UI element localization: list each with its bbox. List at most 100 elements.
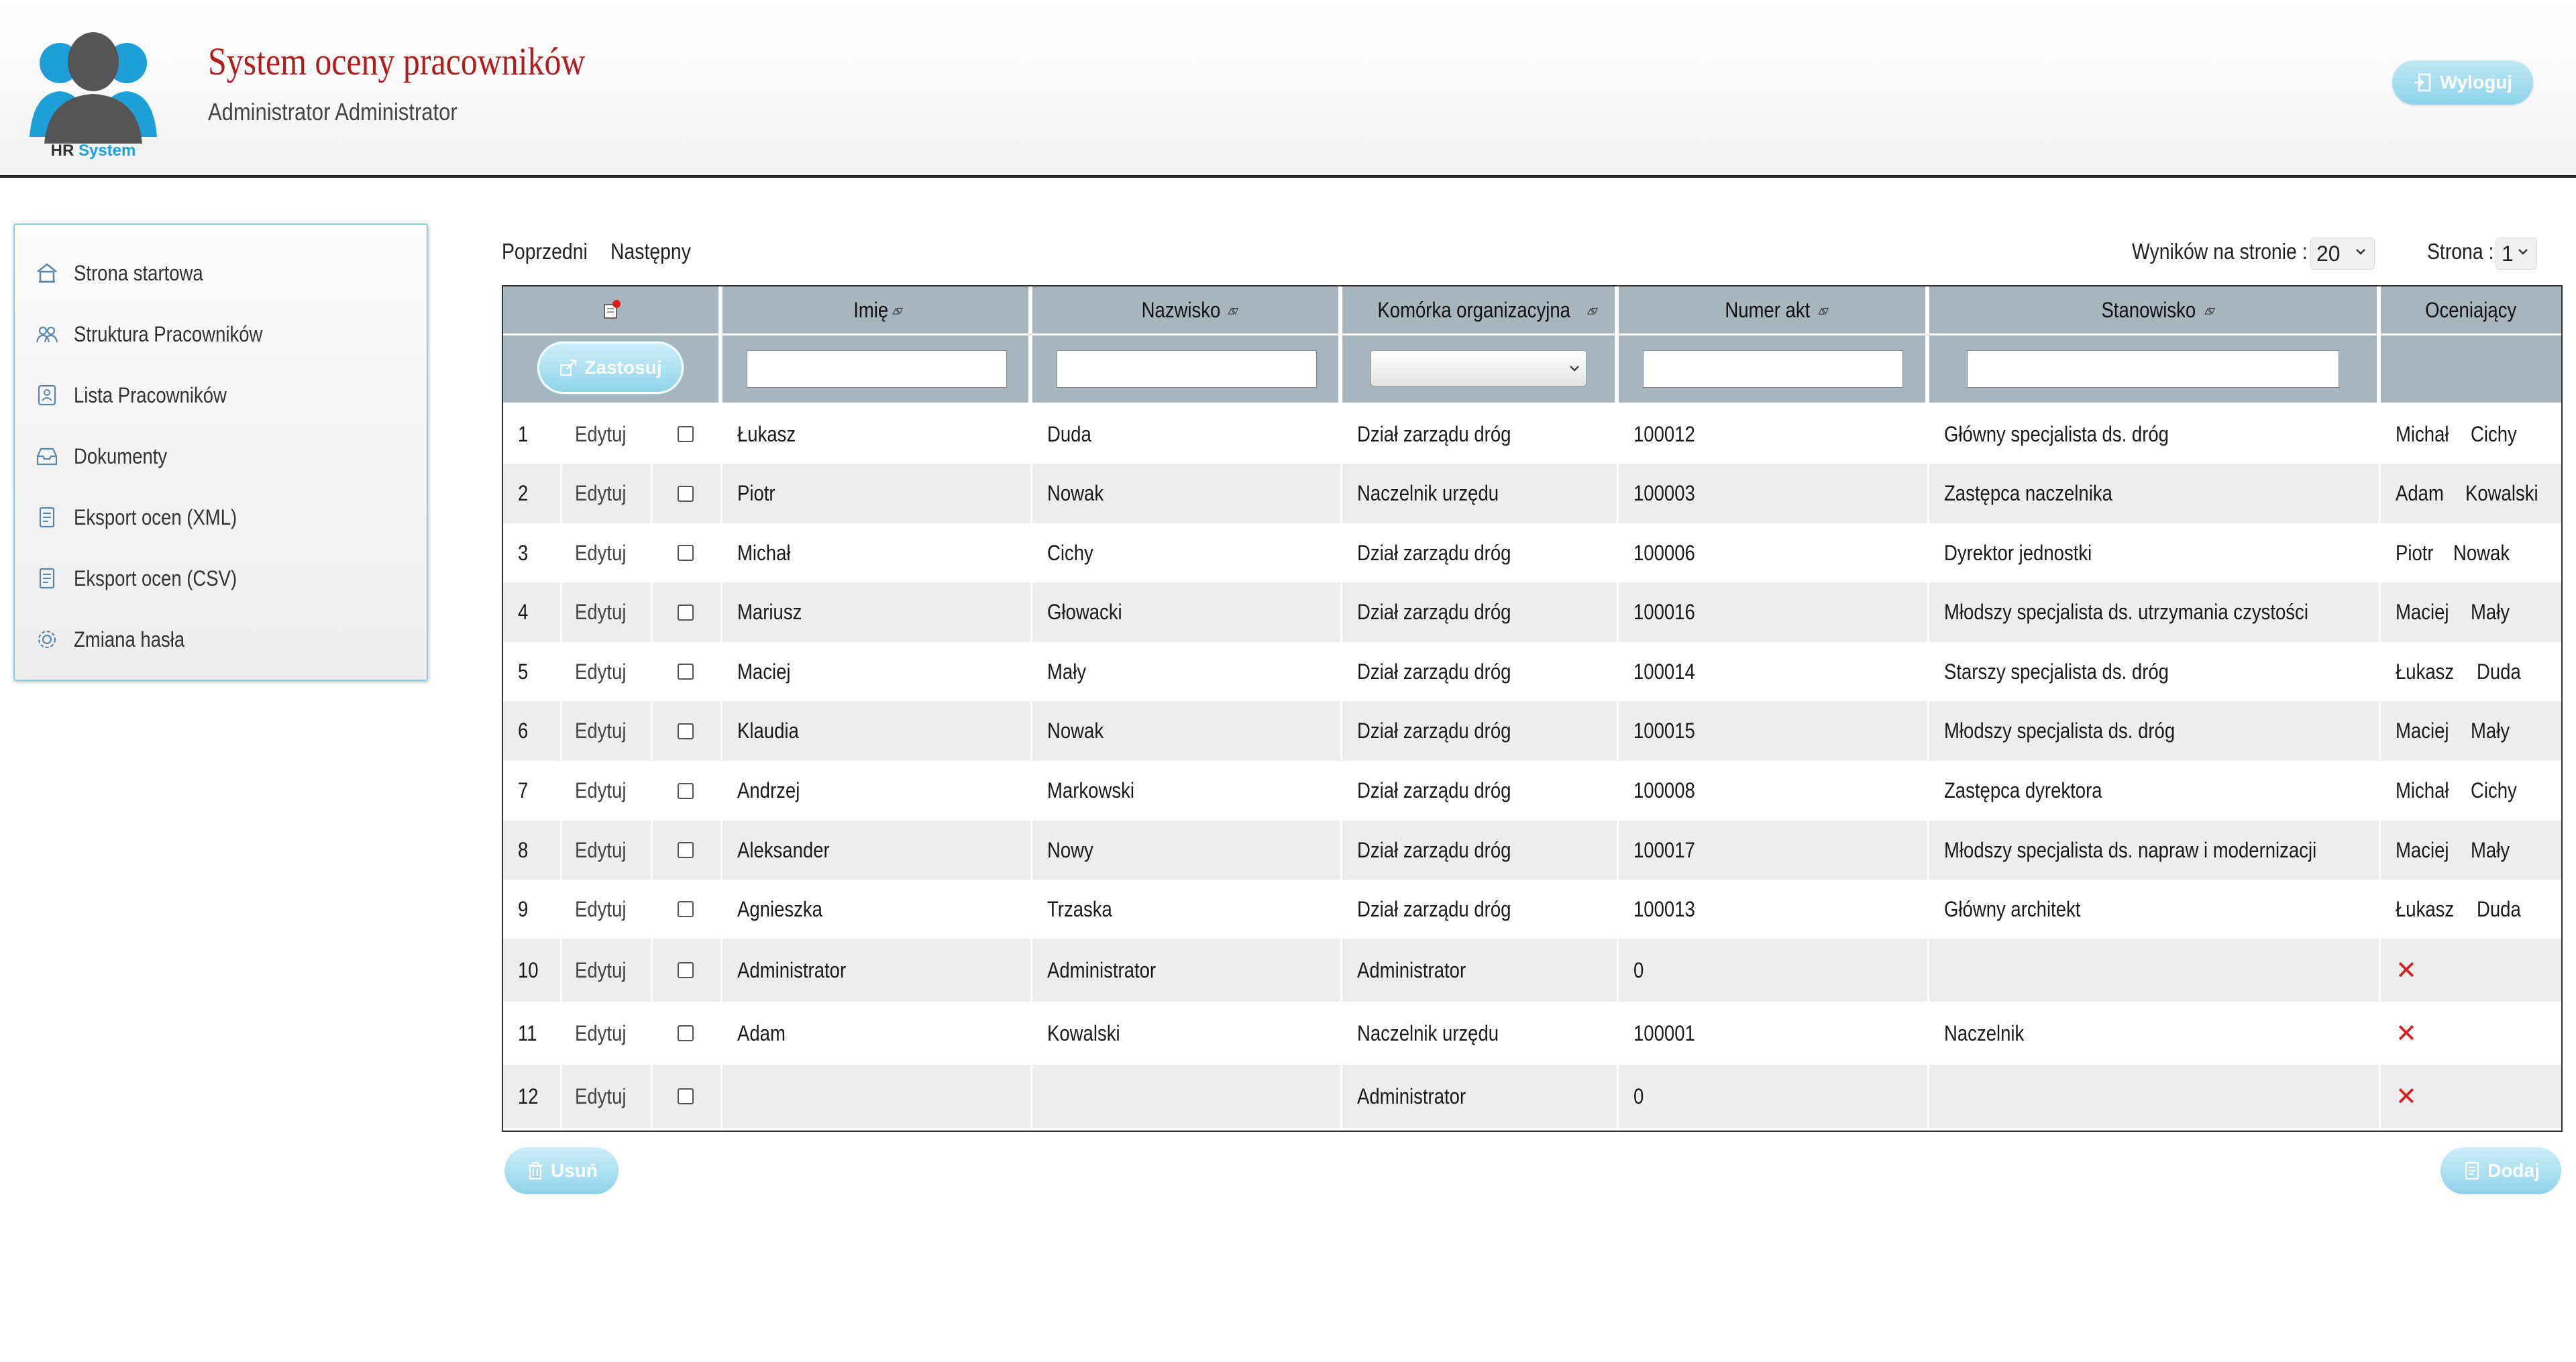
- employee-table: Imię ▵▿ Nazwisko ▵▿ Komórka organizacyjna ▵…: [502, 285, 2563, 1132]
- sort-icon[interactable]: ▵▿: [1228, 302, 1238, 319]
- sort-icon[interactable]: ▵▿: [1587, 302, 1598, 319]
- sidebar-item-change-password[interactable]: Zmiana hasła: [35, 619, 203, 660]
- cell-unit: Dział zarządu dróg: [1357, 837, 1511, 862]
- rater-cell: Maciej Mały: [2381, 582, 2561, 642]
- edit-link[interactable]: Edytuj: [560, 523, 651, 582]
- unit-filter-select[interactable]: [1371, 350, 1587, 386]
- sidebar-item-label: Lista Pracowników: [74, 382, 227, 407]
- next-page-link[interactable]: Następny: [610, 239, 704, 264]
- apply-icon: [560, 359, 577, 376]
- delete-button[interactable]: Usuń: [504, 1147, 619, 1194]
- column-header-position[interactable]: Stanowisko ▵▿: [1929, 286, 2379, 333]
- edit-link[interactable]: Edytuj: [560, 1065, 651, 1128]
- row-checkbox[interactable]: [678, 604, 694, 621]
- app-header: HR System System oceny pracowników Admin…: [0, 0, 2576, 178]
- sort-icon[interactable]: ▵▿: [1818, 302, 1829, 319]
- cell-no: 9: [518, 896, 529, 921]
- edit-link[interactable]: Edytuj: [560, 1002, 651, 1065]
- column-header-last-name[interactable]: Nazwisko ▵▿: [1032, 286, 1340, 333]
- edit-link[interactable]: Edytuj: [560, 701, 651, 761]
- column-header-file-number[interactable]: Numer akt ▵▿: [1619, 286, 1927, 333]
- cell-unit: Dział zarządu dróg: [1357, 600, 1511, 624]
- clear-filter-icon[interactable]: [600, 299, 622, 321]
- cell-unit: Dział zarządu dróg: [1357, 896, 1511, 921]
- row-checkbox-cell: [651, 1065, 720, 1128]
- edit-link[interactable]: Edytuj: [560, 880, 651, 939]
- column-header-first-name[interactable]: Imię ▵▿: [722, 286, 1030, 333]
- column-divider: [1617, 405, 1619, 1131]
- page-select[interactable]: 1: [2496, 238, 2537, 270]
- gear-icon: [38, 630, 56, 649]
- sort-icon[interactable]: ▵▿: [892, 302, 903, 319]
- sidebar-item-documents[interactable]: Dokumenty: [35, 436, 182, 476]
- sidebar-item-employee-list[interactable]: Lista Pracowników: [35, 375, 252, 415]
- sidebar-item-export-csv[interactable]: Eksport ocen (CSV): [35, 558, 264, 598]
- row-checkbox[interactable]: [678, 842, 694, 858]
- cell-file: 100015: [1633, 719, 1695, 743]
- row-checkbox[interactable]: [678, 664, 694, 680]
- add-document-icon: [2465, 1161, 2479, 1180]
- cell-unit: Naczelnik urzędu: [1357, 1020, 1499, 1045]
- rater-first-name: Maciej: [2396, 600, 2449, 624]
- rater-cell: ✕: [2381, 939, 2561, 1002]
- sort-icon[interactable]: ▵▿: [2204, 302, 2215, 319]
- chevron-down-icon: [2356, 249, 2365, 255]
- cell-no: 3: [518, 540, 529, 565]
- rater-first-name: Maciej: [2396, 719, 2449, 743]
- sidebar-menu: Strona startowa Struktura Pracowników Li…: [13, 223, 428, 681]
- cell-unit: Dział zarządu dróg: [1357, 540, 1511, 565]
- logout-icon: [2414, 73, 2431, 92]
- last-name-filter-input[interactable]: [1057, 350, 1317, 388]
- column-divider: [2379, 405, 2381, 1131]
- row-checkbox[interactable]: [678, 545, 694, 561]
- sidebar-item-home[interactable]: Strona startowa: [35, 253, 224, 293]
- cell-last: Kowalski: [1047, 1020, 1120, 1045]
- row-checkbox[interactable]: [678, 962, 694, 978]
- cell-file: 100001: [1633, 1020, 1695, 1045]
- row-checkbox[interactable]: [678, 782, 694, 799]
- hr-system-logo: HR System: [30, 30, 157, 164]
- position-filter-input[interactable]: [1967, 350, 2339, 388]
- rater-cell: ✕: [2381, 1065, 2561, 1128]
- sidebar-item-employee-structure[interactable]: Struktura Pracowników: [35, 314, 293, 354]
- cell-first: Łukasz: [737, 421, 796, 446]
- row-checkbox[interactable]: [678, 1088, 694, 1104]
- cell-last: Mały: [1047, 659, 1087, 684]
- sidebar-item-label: Struktura Pracowników: [74, 321, 263, 346]
- cell-file: 0: [1633, 1084, 1644, 1108]
- row-checkbox[interactable]: [678, 723, 694, 739]
- chevron-down-icon: [1570, 366, 1579, 372]
- row-checkbox[interactable]: [678, 1025, 694, 1041]
- cell-position: Młodszy specjalista ds. dróg: [1944, 719, 2176, 743]
- logout-button[interactable]: Wyloguj: [2392, 60, 2533, 105]
- rater-cell: Piotr Nowak: [2381, 523, 2561, 582]
- cell-unit: Naczelnik urzędu: [1357, 481, 1499, 505]
- edit-link[interactable]: Edytuj: [560, 582, 651, 642]
- row-checkbox[interactable]: [678, 485, 694, 502]
- sidebar-item-export-xml[interactable]: Eksport ocen (XML): [35, 497, 264, 537]
- filter-cell-unit: [1342, 335, 1617, 403]
- row-checkbox[interactable]: [678, 426, 694, 442]
- edit-link[interactable]: Edytuj: [560, 821, 651, 880]
- cell-file: 0: [1633, 957, 1644, 982]
- apply-filter-button[interactable]: Zastosuj: [537, 342, 684, 394]
- column-header-unit[interactable]: Komórka organizacyjna ▵▿: [1342, 286, 1617, 333]
- page-label: Strona :: [2427, 239, 2494, 264]
- row-checkbox[interactable]: [678, 901, 694, 917]
- chevron-down-icon: [2518, 249, 2528, 255]
- edit-link[interactable]: Edytuj: [560, 464, 651, 523]
- edit-link[interactable]: Edytuj: [560, 761, 651, 821]
- per-page-select[interactable]: 20: [2310, 238, 2375, 270]
- prev-page-link[interactable]: Poprzedni: [502, 239, 602, 264]
- file-number-filter-input[interactable]: [1643, 350, 1903, 388]
- row-checkbox-cell: [651, 642, 720, 701]
- column-divider: [651, 405, 653, 1131]
- cell-first: Piotr: [737, 481, 775, 505]
- edit-link[interactable]: Edytuj: [560, 642, 651, 701]
- edit-link[interactable]: Edytuj: [560, 939, 651, 1002]
- edit-link[interactable]: Edytuj: [560, 405, 651, 464]
- first-name-filter-input[interactable]: [747, 350, 1007, 388]
- rater-first-name: Łukasz: [2396, 896, 2455, 921]
- cell-no: 2: [518, 481, 529, 505]
- add-button[interactable]: Dodaj: [2440, 1147, 2561, 1194]
